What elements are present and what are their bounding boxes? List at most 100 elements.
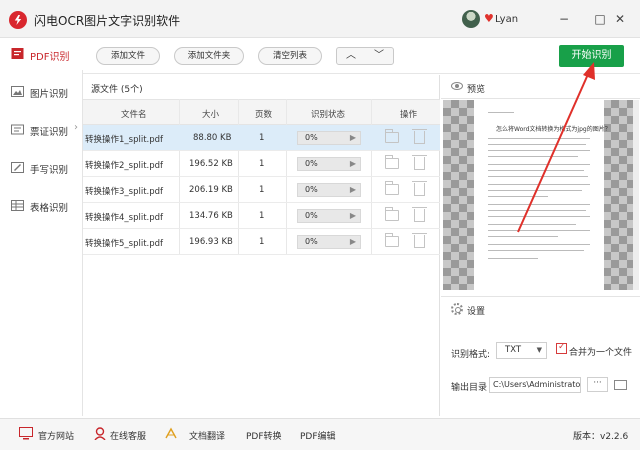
- image-icon: [11, 86, 24, 97]
- ticket-icon: [11, 124, 24, 135]
- add-folder-button[interactable]: 添加文件夹: [174, 47, 244, 65]
- delete-icon[interactable]: [412, 155, 427, 170]
- preview-scrollbar[interactable]: [633, 100, 639, 290]
- delete-icon[interactable]: [412, 207, 427, 222]
- open-folder-icon[interactable]: [385, 207, 399, 221]
- sidebar-item-label: 表格识别: [30, 203, 69, 214]
- play-icon[interactable]: ▶: [350, 211, 356, 220]
- progress-bar: 0% ▶: [297, 157, 361, 171]
- table-row[interactable]: 转换操作3_split.pdf 206.19 KB 1 0% ▶: [83, 177, 440, 203]
- user-avatar[interactable]: [462, 10, 480, 28]
- open-output-folder-icon[interactable]: [614, 380, 627, 390]
- monitor-icon: [19, 427, 33, 440]
- bottom-bar: 官方网站 在线客服 文档翻译 PDF转换 PDF编辑 版本：v2.2.6: [0, 418, 640, 450]
- open-folder-icon[interactable]: [385, 155, 399, 169]
- settings-panel: 设置 识别格式: TXT ▼ 合并为一个文件 输出目录 C:\Users\Adm…: [441, 296, 640, 416]
- settings-label: 设置: [467, 307, 486, 317]
- maximize-button[interactable]: □: [592, 11, 608, 27]
- file-name: 转换操作1_split.pdf: [85, 135, 164, 145]
- file-size: 196.93 KB: [189, 237, 233, 247]
- sidebar-item-pdf[interactable]: PDF识别: [0, 38, 83, 70]
- play-icon[interactable]: ▶: [350, 159, 356, 168]
- play-icon[interactable]: ▶: [350, 133, 356, 142]
- sidebar-item-table[interactable]: 表格识别: [0, 190, 83, 222]
- dropdown-arrow-icon: ▼: [536, 346, 542, 354]
- app-title: 闪电OCR图片文字识别软件: [34, 14, 181, 28]
- file-size: 206.19 KB: [189, 185, 233, 195]
- preview-label: 预览: [467, 85, 486, 95]
- start-recognition-button[interactable]: 开始识别: [559, 45, 624, 67]
- sidebar-item-handwriting[interactable]: 手写识别: [0, 152, 83, 184]
- preview-document: 怎么将Word文档转换为格式为jpg的图片？: [474, 100, 611, 290]
- pdf-edit-link[interactable]: PDF编辑: [300, 429, 336, 442]
- column-status: 识别状态: [311, 110, 346, 120]
- browse-button[interactable]: ···: [587, 377, 608, 392]
- official-website-link[interactable]: 官方网站: [38, 429, 74, 442]
- username[interactable]: Lyan: [495, 14, 518, 25]
- file-pages: 1: [259, 185, 265, 195]
- table-row[interactable]: 转换操作1_split.pdf 88.80 KB 1 0% ▶: [83, 125, 440, 151]
- format-label: 识别格式:: [451, 350, 491, 360]
- pdf-icon: [11, 48, 24, 59]
- merge-checkbox[interactable]: [556, 342, 567, 354]
- progress-bar: 0% ▶: [297, 183, 361, 197]
- sidebar: PDF识别 图片识别 票证识别 › 手写识别 表格识别: [0, 38, 83, 416]
- merge-label[interactable]: 合并为一个文件: [569, 345, 632, 358]
- sidebar-item-label: 手写识别: [30, 165, 69, 176]
- table-row[interactable]: 转换操作2_split.pdf 196.52 KB 1 0% ▶: [83, 151, 440, 177]
- progress-bar: 0% ▶: [297, 209, 361, 223]
- pdf-convert-link[interactable]: PDF转换: [246, 429, 282, 442]
- open-folder-icon[interactable]: [385, 233, 399, 247]
- clear-list-button[interactable]: 清空列表: [258, 47, 322, 65]
- output-dir-label: 输出目录: [451, 383, 488, 393]
- file-name: 转换操作2_split.pdf: [85, 161, 164, 171]
- column-size: 大小: [202, 110, 220, 120]
- minimize-button[interactable]: −: [556, 11, 572, 27]
- play-icon[interactable]: ▶: [350, 237, 356, 246]
- file-name: 转换操作5_split.pdf: [85, 239, 164, 249]
- table-icon: [11, 200, 24, 211]
- handwriting-icon: [11, 162, 24, 173]
- open-folder-icon[interactable]: [385, 181, 399, 195]
- doc-translate-link[interactable]: 文档翻译: [189, 429, 225, 442]
- table-header: 文件名 大小 页数 识别状态 操作: [83, 99, 440, 125]
- output-dir-input[interactable]: C:\Users\Administrator\: [489, 377, 581, 393]
- file-size: 196.52 KB: [189, 159, 233, 169]
- source-files-label: 源文件 (5个): [91, 85, 143, 95]
- sidebar-item-label: PDF识别: [30, 52, 70, 63]
- play-icon[interactable]: ▶: [350, 185, 356, 194]
- file-pages: 1: [259, 159, 265, 169]
- close-button[interactable]: ✕: [612, 11, 628, 27]
- column-actions: 操作: [400, 110, 418, 120]
- preview-header: 预览: [441, 75, 640, 99]
- chevron-right-icon: ›: [74, 122, 78, 133]
- move-down-button[interactable]: ﹀: [374, 48, 384, 64]
- table-row[interactable]: 转换操作4_split.pdf 134.76 KB 1 0% ▶: [83, 203, 440, 229]
- file-list-panel: 源文件 (5个) 文件名 大小 页数 识别状态 操作 转换操作1_split.p…: [83, 75, 440, 416]
- delete-icon[interactable]: [412, 181, 427, 196]
- column-filename: 文件名: [121, 110, 147, 120]
- move-up-button[interactable]: ︿: [346, 48, 356, 64]
- file-pages: 1: [259, 211, 265, 221]
- file-name: 转换操作4_split.pdf: [85, 213, 164, 223]
- sidebar-item-label: 图片识别: [30, 89, 69, 100]
- preview-doc-title: 怎么将Word文档转换为格式为jpg的图片？: [496, 126, 611, 133]
- format-select[interactable]: TXT ▼: [496, 342, 547, 359]
- eye-icon: [451, 82, 463, 90]
- sidebar-item-image[interactable]: 图片识别: [0, 76, 83, 108]
- delete-icon[interactable]: [412, 233, 427, 248]
- open-folder-icon[interactable]: [385, 129, 399, 143]
- file-pages: 1: [259, 237, 265, 247]
- sidebar-item-ticket[interactable]: 票证识别 ›: [0, 114, 83, 146]
- reorder-buttons: ︿ ﹀: [336, 47, 394, 65]
- delete-icon[interactable]: [412, 129, 427, 144]
- title-bar: 闪电OCR图片文字识别软件 ♥ Lyan − □ ✕: [0, 0, 640, 38]
- table-row[interactable]: 转换操作5_split.pdf 196.93 KB 1 0% ▶: [83, 229, 440, 255]
- add-file-button[interactable]: 添加文件: [96, 47, 160, 65]
- online-support-link[interactable]: 在线客服: [110, 429, 146, 442]
- sidebar-item-label: 票证识别: [30, 127, 69, 138]
- file-size: 88.80 KB: [193, 133, 232, 143]
- file-size: 134.76 KB: [189, 211, 233, 221]
- toolbar: 添加文件 添加文件夹 清空列表 ︿ ﹀ 开始识别: [83, 38, 640, 74]
- column-pages: 页数: [255, 110, 273, 120]
